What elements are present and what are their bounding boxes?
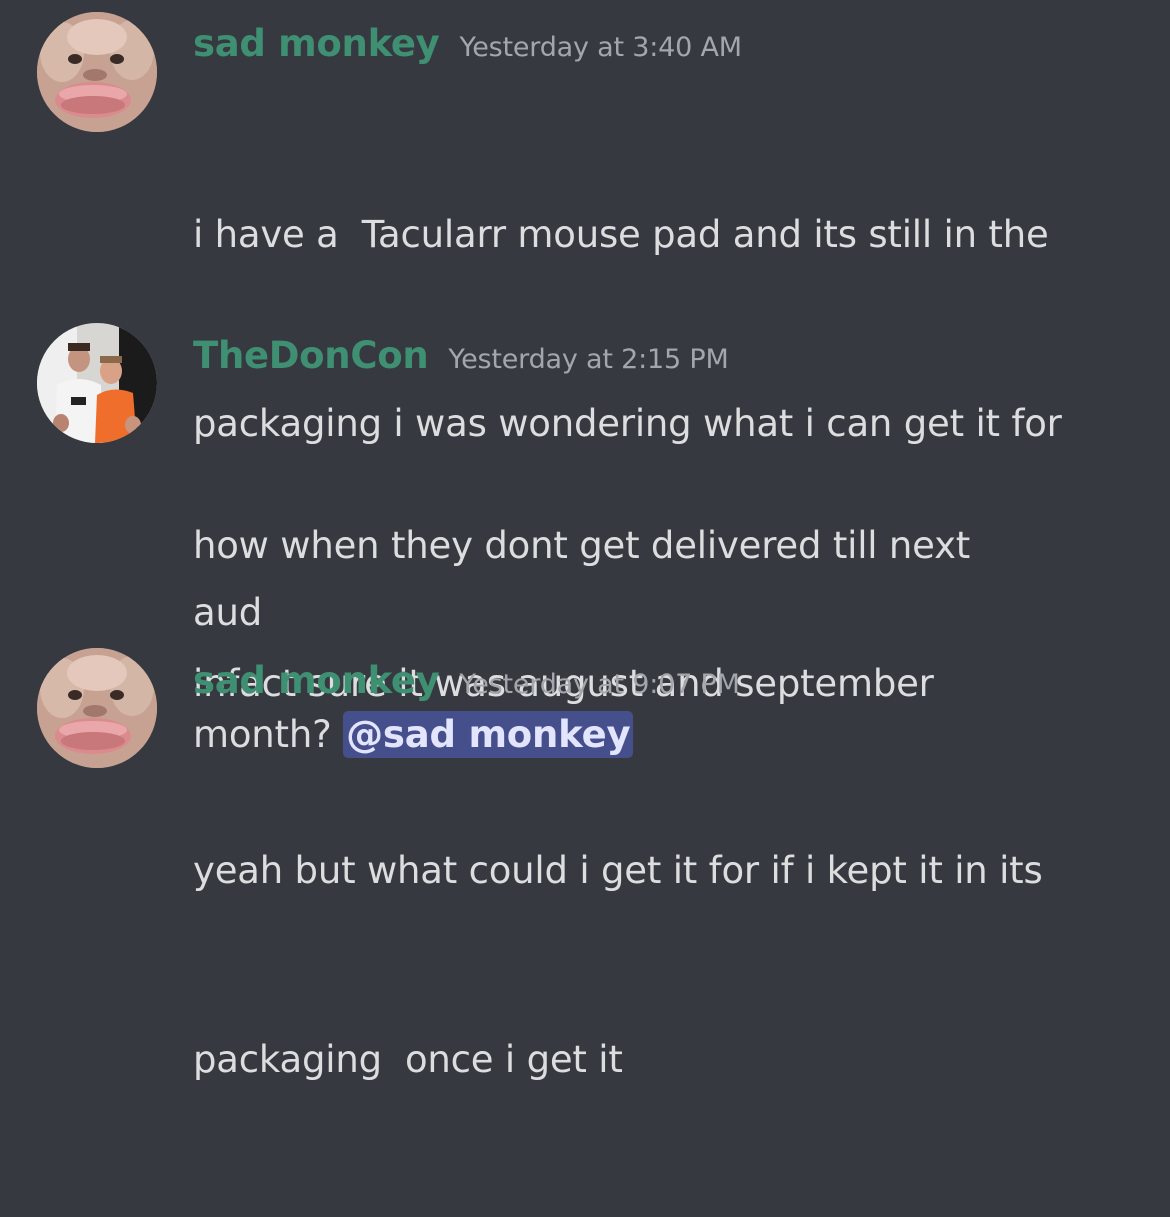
message-line: i have a Tacularr mouse pad and its stil… [193, 213, 1049, 256]
author-name[interactable]: TheDonCon [193, 334, 429, 377]
message-timestamp[interactable]: Yesterday at 9:07 PM [460, 669, 740, 700]
message-timestamp[interactable]: Yesterday at 3:40 AM [460, 32, 743, 63]
message-content: yeah but what could i get it for if i ke… [193, 713, 1153, 1217]
monkey-icon [37, 648, 157, 768]
message-line: packaging once i get it [193, 1038, 623, 1081]
user-avatar[interactable] [37, 648, 157, 768]
message-header: sad monkey Yesterday at 3:40 AM [193, 22, 742, 65]
monkey-icon [37, 12, 157, 132]
message-line: yeah but what could i get it for if i ke… [193, 849, 1043, 892]
two-men-photo-icon [37, 323, 157, 443]
chat-messages: sad monkey Yesterday at 3:40 AM i have a … [0, 0, 1170, 1081]
author-name[interactable]: sad monkey [193, 659, 440, 702]
message-timestamp[interactable]: Yesterday at 2:15 PM [448, 344, 728, 375]
user-avatar[interactable] [37, 12, 157, 132]
message-header: TheDonCon Yesterday at 2:15 PM [193, 334, 729, 377]
message-header: sad monkey Yesterday at 9:07 PM [193, 659, 740, 702]
user-avatar[interactable] [37, 323, 157, 443]
author-name[interactable]: sad monkey [193, 22, 440, 65]
